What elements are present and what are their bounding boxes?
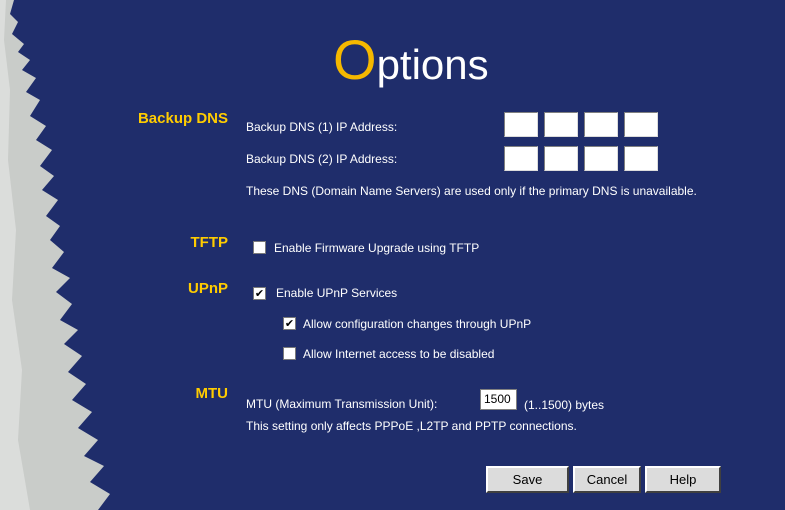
section-backup-dns: Backup DNS [137,110,228,127]
save-button[interactable]: Save [486,466,569,493]
upnp-allow-disable-checkbox[interactable] [283,347,296,360]
section-mtu: MTU [195,385,229,402]
upnp-enable-checkbox[interactable]: ✔ [253,287,266,300]
mtu-range-label: (1..1500) bytes [524,398,605,412]
backup-dns-1-octet-2[interactable] [544,112,578,137]
backup-dns-2-label: Backup DNS (2) IP Address: [246,152,398,166]
backup-dns-note: These DNS (Domain Name Servers) are used… [246,184,697,198]
upnp-enable-label: Enable UPnP Services [276,286,398,300]
tftp-enable-checkbox[interactable] [253,241,266,254]
backup-dns-1-octet-4[interactable] [624,112,658,137]
page-title-initial: O [333,28,377,91]
section-tftp: TFTP [190,234,229,251]
backup-dns-1-octet-1[interactable] [504,112,538,137]
upnp-allow-config-label: Allow configuration changes through UPnP [303,317,532,331]
section-upnp: UPnP [187,280,228,297]
backup-dns-2-octet-2[interactable] [544,146,578,171]
backup-dns-2-octet-1[interactable] [504,146,538,171]
mtu-label: MTU (Maximum Transmission Unit): [246,397,438,411]
cancel-button[interactable]: Cancel [573,466,641,493]
upnp-allow-config-checkbox[interactable]: ✔ [283,317,296,330]
help-button[interactable]: Help [645,466,721,493]
backup-dns-2-octet-3[interactable] [584,146,618,171]
backup-dns-1-label: Backup DNS (1) IP Address: [246,120,398,134]
options-page: Options Backup DNS Backup DNS (1) IP Add… [0,0,785,510]
mtu-note: This setting only affects PPPoE ,L2TP an… [246,419,577,433]
tftp-enable-label: Enable Firmware Upgrade using TFTP [274,241,480,255]
upnp-allow-disable-label: Allow Internet access to be disabled [303,347,495,361]
backup-dns-1-octet-3[interactable] [584,112,618,137]
backup-dns-2-octet-4[interactable] [624,146,658,171]
mtu-input[interactable]: 1500 [480,389,517,410]
page-title-rest: ptions [376,41,489,88]
page-title: Options [333,32,489,89]
